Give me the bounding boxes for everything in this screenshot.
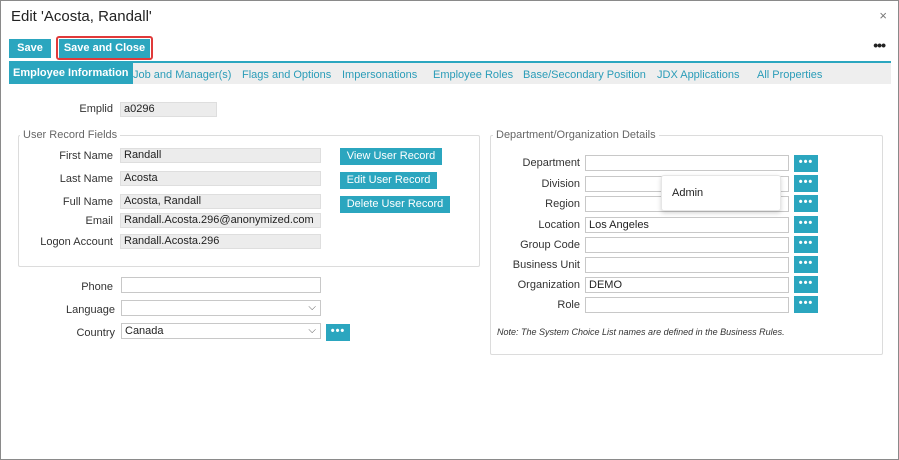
tab-flags-and-options[interactable]: Flags and Options — [242, 66, 331, 84]
first-name-field: Randall — [120, 148, 321, 163]
edit-employee-dialog: Edit 'Acosta, Randall' × Save Save and C… — [0, 0, 899, 460]
tab-jdx-applications[interactable]: JDX Applications — [657, 66, 740, 84]
more-options-icon[interactable]: ••• — [873, 37, 886, 53]
location-picker-button[interactable]: ••• — [794, 216, 818, 233]
email-label: Email — [85, 215, 113, 227]
division-label: Division — [541, 178, 580, 190]
delete-user-record-button[interactable]: Delete User Record — [340, 196, 450, 213]
close-icon[interactable]: × — [879, 8, 887, 23]
country-label: Country — [76, 327, 115, 339]
department-label: Department — [522, 157, 580, 169]
language-label: Language — [66, 304, 115, 316]
location-input[interactable]: Los Angeles — [585, 217, 789, 233]
edit-user-record-button[interactable]: Edit User Record — [340, 172, 437, 189]
user-record-legend: User Record Fields — [20, 129, 121, 141]
emplid-label: Emplid — [79, 103, 113, 115]
group-code-input[interactable] — [585, 237, 789, 253]
save-button[interactable]: Save — [9, 39, 51, 58]
full-name-label: Full Name — [62, 196, 113, 208]
role-picker-button[interactable]: ••• — [794, 296, 818, 313]
tab-impersonations[interactable]: Impersonations — [342, 66, 417, 84]
region-label: Region — [545, 198, 580, 210]
role-input[interactable] — [585, 297, 789, 313]
emplid-field: a0296 — [120, 102, 217, 117]
region-picker-button[interactable]: ••• — [794, 195, 818, 212]
business-rules-note: Note: The System Choice List names are d… — [497, 327, 785, 337]
country-picker-button[interactable]: ••• — [326, 324, 350, 341]
department-picker-button[interactable]: ••• — [794, 155, 818, 172]
organization-label: Organization — [517, 279, 580, 291]
language-select[interactable]: ⌵ — [121, 300, 321, 316]
chevron-down-icon: ⌵ — [308, 302, 316, 313]
business-unit-input[interactable] — [585, 257, 789, 273]
tab-job-and-managers[interactable]: Job and Manager(s) — [133, 66, 231, 84]
view-user-record-button[interactable]: View User Record — [340, 148, 442, 165]
tab-employee-information[interactable]: Employee Information — [9, 63, 133, 84]
business-unit-picker-button[interactable]: ••• — [794, 256, 818, 273]
business-unit-label: Business Unit — [512, 259, 580, 271]
department-legend: Department/Organization Details — [493, 129, 659, 141]
dropdown-option-admin[interactable]: Admin — [672, 187, 703, 199]
chevron-down-icon: ⌵ — [308, 325, 316, 336]
location-label: Location — [538, 219, 580, 231]
last-name-field: Acosta — [120, 171, 321, 186]
country-select[interactable]: Canada ⌵ — [121, 323, 321, 339]
role-label: Role — [557, 299, 580, 311]
choice-dropdown: Admin — [661, 175, 781, 211]
logon-account-label: Logon Account — [40, 236, 113, 248]
tab-bar: Employee Information Job and Manager(s) … — [9, 61, 891, 84]
group-code-label: Group Code — [520, 239, 580, 251]
organization-input[interactable]: DEMO — [585, 277, 789, 293]
phone-label: Phone — [81, 281, 113, 293]
tab-employee-roles[interactable]: Employee Roles — [433, 66, 513, 84]
tab-base-secondary-position[interactable]: Base/Secondary Position — [523, 66, 646, 84]
phone-input[interactable] — [121, 277, 321, 293]
department-input[interactable] — [585, 155, 789, 171]
first-name-label: First Name — [59, 150, 113, 162]
organization-picker-button[interactable]: ••• — [794, 276, 818, 293]
last-name-label: Last Name — [59, 173, 113, 185]
tab-all-properties[interactable]: All Properties — [757, 66, 822, 84]
full-name-field: Acosta, Randall — [120, 194, 321, 209]
division-picker-button[interactable]: ••• — [794, 175, 818, 192]
save-and-close-highlight — [56, 36, 153, 60]
logon-account-field: Randall.Acosta.296 — [120, 234, 321, 249]
email-field: Randall.Acosta.296@anonymized.com — [120, 213, 321, 228]
group-code-picker-button[interactable]: ••• — [794, 236, 818, 253]
dialog-title: Edit 'Acosta, Randall' — [11, 8, 152, 25]
country-value: Canada — [125, 325, 164, 337]
